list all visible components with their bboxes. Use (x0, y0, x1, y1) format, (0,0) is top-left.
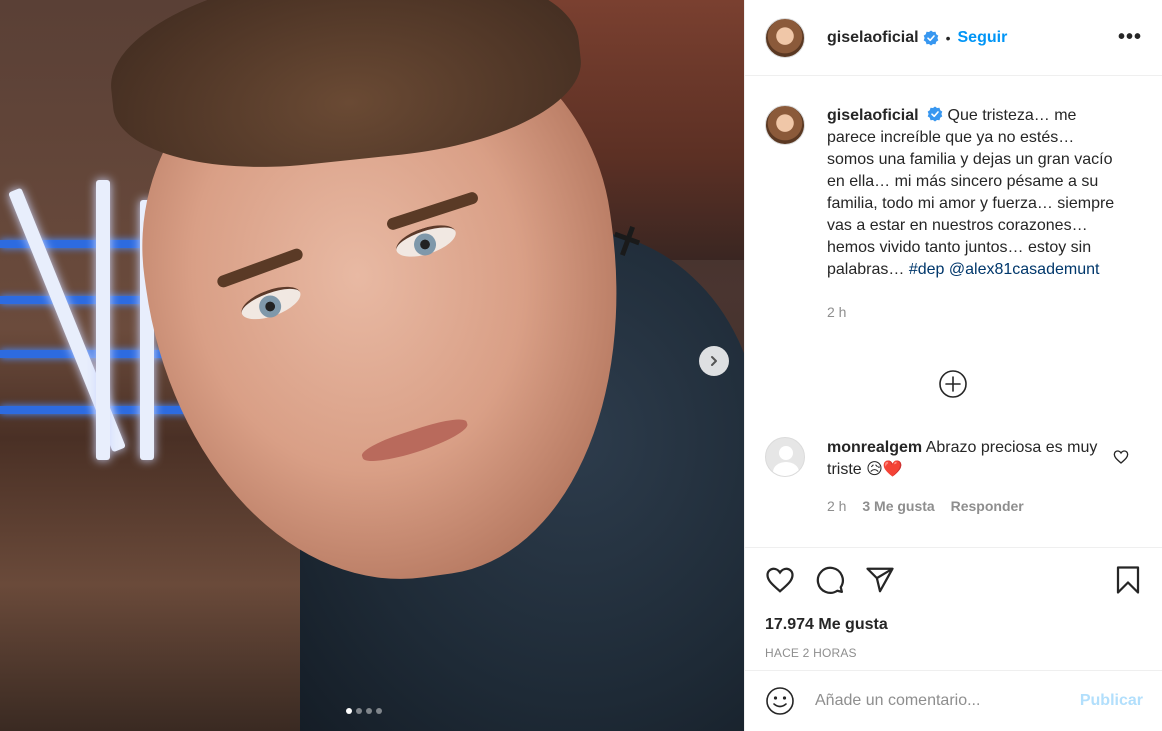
comment-input[interactable] (815, 692, 1065, 710)
caption-text: Que tristeza… me parece increíble que ya… (827, 107, 1115, 278)
caption: giselaoficial Que tristeza… me parece in… (765, 105, 1143, 323)
comment-username[interactable]: monrealgem (827, 439, 922, 456)
mention-link[interactable]: @alex81casademunt (949, 261, 1100, 278)
chevron-right-icon (711, 356, 717, 366)
like-count[interactable]: 17.974 Me gusta (765, 616, 1143, 634)
comment-icon[interactable] (815, 565, 845, 595)
comment-body: monrealgem Abrazo preciosa es muy triste… (827, 437, 1117, 517)
comments-section: giselaoficial Que tristeza… me parece in… (745, 77, 1162, 547)
publish-button[interactable]: Publicar (1080, 692, 1143, 710)
cross-earring (612, 226, 642, 256)
reply-button[interactable]: Responder (951, 498, 1024, 514)
carousel-indicator (346, 708, 382, 714)
avatar[interactable] (765, 437, 805, 477)
comment-likes[interactable]: 3 Me gusta (862, 498, 934, 514)
bookmark-icon[interactable] (1113, 565, 1143, 595)
more-options-icon[interactable]: ••• (1118, 26, 1142, 49)
carousel-dot (356, 708, 362, 714)
post-header: giselaoficial • Seguir ••• (745, 0, 1162, 76)
caption-username[interactable]: giselaoficial (827, 107, 919, 124)
separator-dot: • (945, 29, 951, 46)
follow-button[interactable]: Seguir (958, 29, 1008, 47)
carousel-dot (376, 708, 382, 714)
verified-badge-icon (923, 30, 938, 45)
heart-icon[interactable] (765, 565, 795, 595)
avatar[interactable] (765, 105, 805, 145)
post-photo[interactable] (0, 0, 744, 731)
action-icons (765, 564, 1143, 596)
comment: monrealgem Abrazo preciosa es muy triste… (765, 437, 1143, 517)
neon-letter (96, 180, 110, 460)
share-icon[interactable] (865, 565, 895, 595)
comment-meta: 2 h 3 Me gusta Responder (827, 495, 1117, 517)
avatar[interactable] (765, 17, 805, 58)
carousel-dot (346, 708, 352, 714)
heart-icon[interactable] (1113, 449, 1129, 465)
comment-time[interactable]: 2 h (827, 498, 846, 514)
carousel-dot (366, 708, 372, 714)
emoji-icon[interactable] (765, 686, 795, 716)
post-sidebar: giselaoficial • Seguir ••• giselaoficial… (744, 0, 1162, 731)
action-bar: 17.974 Me gusta HACE 2 HORAS (745, 547, 1162, 660)
caption-body: giselaoficial Que tristeza… me parece in… (827, 105, 1117, 323)
add-comment-bar: Publicar (745, 670, 1162, 731)
next-image-button[interactable] (699, 346, 729, 376)
post-time[interactable]: HACE 2 HORAS (765, 646, 1143, 660)
caption-time[interactable]: 2 h (827, 301, 1117, 323)
hashtag-link[interactable]: #dep (909, 261, 945, 278)
header-username[interactable]: giselaoficial (827, 29, 919, 47)
verified-badge-icon (927, 106, 943, 122)
plus-circle-icon[interactable] (938, 369, 968, 399)
